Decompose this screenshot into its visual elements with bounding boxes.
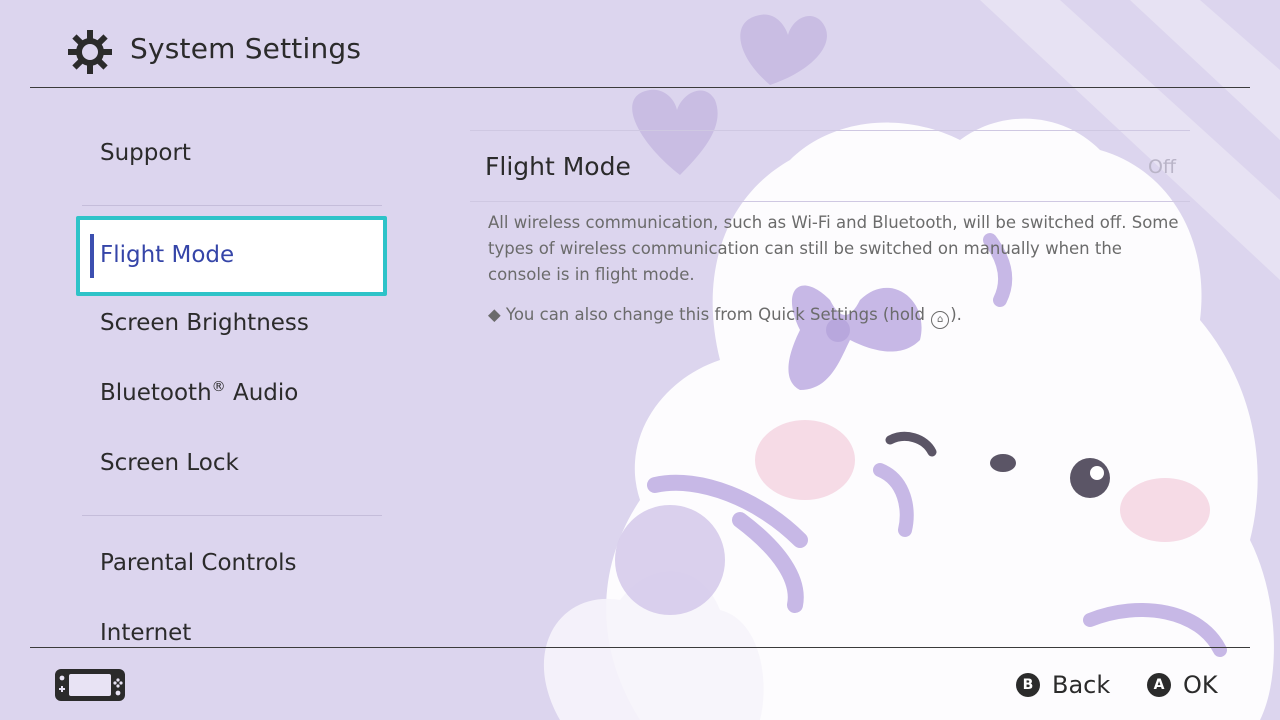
back-label: Back [1052,671,1111,699]
selection-indicator [90,234,94,278]
handheld-console-icon [55,669,125,701]
note-text: ◆ You can also change this from Quick Se… [488,305,931,324]
panel-divider [470,201,1190,202]
sidebar-item-label: Flight Mode [100,242,235,268]
home-button-icon: ⌂ [931,311,950,329]
a-button-icon: A [1147,673,1171,697]
footer-divider [30,647,1250,648]
sidebar-item-parental-controls[interactable]: Parental Controls [100,550,297,576]
sidebar-divider [82,205,382,206]
sidebar-item-label: Bluetooth [100,380,212,406]
sidebar-item-screen-lock[interactable]: Screen Lock [100,450,239,476]
setting-state: Off [1147,156,1176,178]
sidebar-item-bluetooth-audio[interactable]: Bluetooth® Audio [100,379,299,406]
setting-description: All wireless communication, such as Wi-F… [488,213,1179,284]
note-text-end: ). [950,305,962,324]
gear-icon [68,30,112,74]
back-button[interactable]: B Back [1016,670,1110,700]
panel-divider [470,130,1190,131]
sidebar-divider [82,515,382,516]
page-title: System Settings [130,32,362,65]
sidebar-item-flight-mode[interactable]: Flight Mode [76,216,387,296]
ok-button[interactable]: A OK [1147,670,1218,700]
settings-sidebar: Support Flight Mode Screen Brightness Bl… [0,88,440,647]
setting-title[interactable]: Flight Mode [485,152,631,181]
ok-label: OK [1183,671,1218,699]
sidebar-item-support[interactable]: Support [100,140,191,166]
sidebar-item-screen-brightness[interactable]: Screen Brightness [100,310,309,336]
header: System Settings [0,0,1280,88]
b-button-icon: B [1016,673,1040,697]
registered-mark: ® [211,379,226,395]
setting-note: ◆ You can also change this from Quick Se… [488,305,962,329]
sidebar-item-label-rest: Audio [225,380,299,406]
sidebar-item-internet[interactable]: Internet [100,620,191,646]
